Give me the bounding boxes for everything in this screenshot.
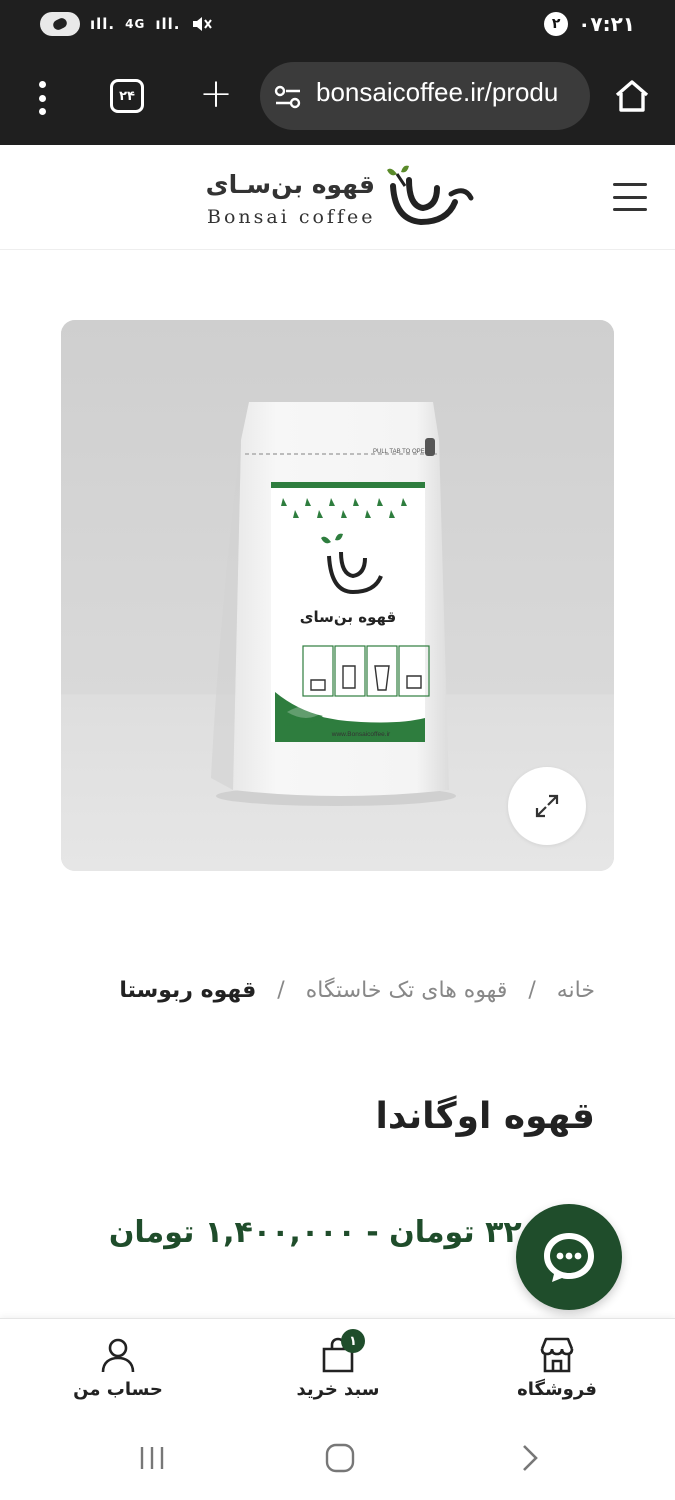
site-settings-icon[interactable] — [274, 84, 302, 110]
cart-count-badge: ۱ — [341, 1329, 365, 1353]
home-icon[interactable] — [612, 76, 652, 116]
notification-count-badge: ۲ — [544, 12, 569, 36]
breadcrumb-category-link[interactable]: قهوه های تک خاستگاه — [306, 978, 508, 1003]
logo-persian-text: قهوه بن‌سـای — [205, 170, 375, 199]
browser-toolbar: ۲۴ + bonsaicoffee.ir/produ — [0, 52, 675, 145]
tabs-button[interactable]: ۲۴ — [110, 79, 144, 113]
pack-tear-text: PULL TAB TO OPEN — [373, 449, 429, 455]
url-text[interactable]: bonsaicoffee.ir/produ — [316, 77, 578, 108]
pack-brand-text: قهوه بن‌سای — [300, 608, 396, 626]
address-bar[interactable]: bonsaicoffee.ir/produ — [260, 62, 590, 130]
breadcrumb-current[interactable]: قهوه ربوستا — [119, 978, 256, 1003]
zoom-button[interactable] — [508, 767, 586, 845]
nav-my-account[interactable]: حساب من — [43, 1335, 193, 1400]
site-header: قهوه بن‌سـای Bonsai coffee — [0, 146, 675, 250]
breadcrumb-home-link[interactable]: خانه — [557, 978, 595, 1003]
network-type: 4G — [125, 17, 146, 31]
pack-website-text: www.Bonsaicoffee.ir — [331, 731, 391, 738]
hamburger-menu-icon[interactable] — [613, 183, 647, 211]
user-icon — [101, 1338, 135, 1373]
signal-icon: ıll. — [90, 15, 116, 33]
nav-label: سبد خرید — [296, 1379, 380, 1400]
menu-kebab-icon[interactable] — [28, 78, 56, 118]
new-tab-plus-icon[interactable]: + — [196, 74, 236, 114]
price-range: ۳۲۰ تومان - ۱,۴۰۰,۰۰۰ تومان — [108, 1215, 540, 1250]
nav-cart[interactable]: ۱ سبد خرید — [263, 1329, 413, 1400]
site-logo[interactable]: قهوه بن‌سـای Bonsai coffee — [205, 162, 475, 234]
nav-label: فروشگاه — [517, 1379, 597, 1400]
recent-apps-icon[interactable] — [138, 1444, 166, 1472]
home-button-icon[interactable] — [324, 1442, 356, 1474]
messenger-notification-icon — [40, 12, 80, 36]
nav-label: حساب من — [73, 1379, 163, 1400]
clock: ۰۷:۲۱ — [578, 12, 635, 36]
nav-shop[interactable]: فروشگاه — [482, 1335, 632, 1400]
chat-bubble-icon — [544, 1233, 594, 1282]
breadcrumb: خانه / قهوه های تک خاستگاه / قهوه ربوستا — [60, 978, 595, 1003]
expand-icon — [535, 794, 559, 818]
store-icon — [540, 1337, 574, 1373]
signal-icon: ıll. — [155, 15, 181, 33]
status-bar: ıll. 4G ıll. ۲ ۰۷:۲۱ — [0, 0, 675, 52]
bonsai-logo-icon — [387, 165, 474, 226]
breadcrumb-separator: / — [528, 978, 536, 1003]
mute-icon — [193, 17, 213, 31]
back-chevron-icon[interactable] — [516, 1442, 544, 1474]
system-navigation-bar — [0, 1418, 675, 1500]
bottom-navigation: حساب من ۱ سبد خرید فروشگاه — [0, 1318, 675, 1418]
chat-button[interactable] — [516, 1204, 622, 1310]
logo-english-text: Bonsai coffee — [207, 206, 376, 228]
breadcrumb-separator: / — [277, 978, 285, 1003]
product-title: قهوه اوگاندا — [375, 1096, 595, 1137]
